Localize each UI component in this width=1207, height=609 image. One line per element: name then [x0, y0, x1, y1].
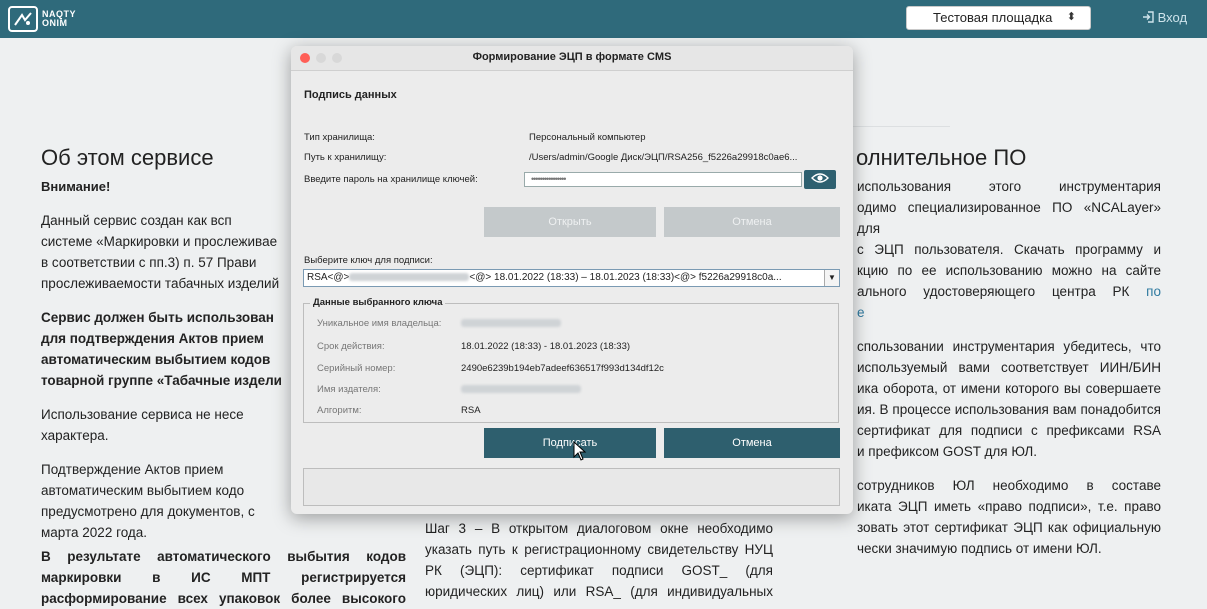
text-line: сотрудников ЮЛ необходимо в составе: [857, 478, 1161, 493]
selected-key-data-panel: Данные выбранного ключа Уникальное имя в…: [303, 297, 839, 423]
text-line: е: [857, 302, 1161, 323]
storage-path-value: /Users/admin/Google Диск/ЭЦП/RSA256_f522…: [529, 152, 798, 163]
dialog-titlebar[interactable]: Формирование ЭЦП в формате CMS: [291, 46, 853, 71]
text-line: автоматическим выбытием кодов: [41, 352, 271, 367]
status-panel: [303, 468, 840, 506]
middle-column-text: Шаг 3 – В открытом диалоговом окне необх…: [425, 518, 773, 602]
section-title: Подпись данных: [304, 89, 397, 101]
password-label: Введите пароль на хранилище ключей:: [304, 174, 478, 185]
text-line: юридических лиц) или RSA_ (для индивидуа…: [425, 584, 773, 599]
password-input[interactable]: ••••••••••••••••: [524, 172, 802, 187]
text-line: В результате автоматического выбытия код…: [41, 549, 406, 564]
logo-line-2: ONIM: [42, 18, 68, 28]
chevron-down-icon: ▼: [824, 270, 839, 286]
text-line: одимо специализированное ПО «NCALayer» д…: [857, 200, 1161, 236]
text-line: с ЭЦП пользователя. Скачать программу и: [857, 242, 1161, 257]
serial-value: 2490e6239b194eb7adeef636517f993d134df12c: [461, 363, 664, 374]
text-line: использования этого инструментария: [857, 179, 1161, 194]
text-line: спользовании инструментария убедитесь, ч…: [857, 339, 1161, 354]
selected-key-legend: Данные выбранного ключа: [310, 297, 446, 308]
text-span: ального удостоверяющего центра РК: [857, 284, 1130, 299]
text-line: иката ЭЦП иметь «право подписи», т.е. пр…: [857, 499, 1161, 514]
redacted-issuer: [461, 385, 581, 394]
serial-label: Серийный номер:: [317, 363, 396, 374]
algorithm-value: RSA: [461, 405, 481, 416]
logo-text: NAQTY ONIM: [42, 10, 76, 28]
cancel-button[interactable]: Отмена: [664, 428, 840, 458]
text-line: предусмотрено для документов, с: [41, 504, 255, 519]
show-password-button[interactable]: [804, 170, 836, 189]
open-button[interactable]: Открыть: [484, 207, 656, 237]
text-line: Использование сервиса не несе: [41, 407, 244, 422]
key-select-label: Выберите ключ для подписи:: [304, 255, 433, 266]
text-line: марта 2022 года.: [41, 525, 148, 540]
text-line: зовать этот сертификат ЭЦП как официальн…: [857, 520, 1161, 535]
issuer-value: [461, 384, 581, 395]
environment-select-value: Тестовая площадка: [933, 10, 1053, 25]
sign-button[interactable]: Подписать: [484, 428, 656, 458]
top-bar: NAQTY ONIM Тестовая площадка ⬍ Вход: [0, 0, 1207, 38]
text-line: системе «Маркировки и прослеживае: [41, 234, 278, 249]
uc-link[interactable]: по: [1146, 284, 1161, 299]
text-line: ика оборота, от имени которого вы соверш…: [857, 381, 1161, 396]
text-line: Подтверждение Актов прием: [41, 462, 224, 477]
text-line: и префиксом GOST для ЮЛ.: [857, 444, 1037, 459]
right-section-heading: олнительное ПО: [856, 145, 1027, 170]
warning-label: Внимание!: [41, 179, 111, 194]
storage-path-label: Путь к хранилищу:: [304, 152, 387, 163]
text-line: для подтверждения Актов прием: [41, 331, 264, 346]
login-label: Вход: [1157, 10, 1188, 25]
redacted-owner: [461, 319, 561, 328]
validity-label: Срок действия:: [317, 341, 385, 352]
storage-type-label: Тип хранилища:: [304, 132, 375, 143]
text-line: ия. В процессе использования вам понадоб…: [857, 402, 1161, 417]
text-line: ального удостоверяющего центра РК по: [857, 281, 1161, 302]
text-line: используемый вами соответствует ИИН/БИН: [857, 360, 1161, 375]
left-column-bold-text: В результате автоматического выбытия код…: [41, 546, 406, 609]
text-line: расформирование всех упаковок более высо…: [41, 591, 406, 606]
owner-value: [461, 318, 561, 329]
left-section-heading: Об этом сервисе: [41, 145, 214, 170]
cancel-top-button[interactable]: Отмена: [664, 207, 840, 237]
key-suffix: <@> 18.01.2022 (18:33) – 18.01.2023 (18:…: [469, 272, 782, 283]
uc-link-continued[interactable]: е: [857, 305, 865, 320]
text-line: кцию по ее использованию можно на сайте: [857, 263, 1161, 278]
text-line: характера.: [41, 428, 109, 443]
mouse-cursor-icon: [573, 440, 587, 466]
chevron-updown-icon: ⬍: [1066, 11, 1076, 23]
storage-type-value: Персональный компьютер: [529, 132, 646, 143]
text-line: сертификат для подписи с префиксами RSA: [857, 423, 1161, 438]
text-line: в соответствии с пп.3) п. 57 Прави: [41, 255, 257, 270]
text-line: маркировки в ИС МПТ регистрируется: [41, 570, 406, 585]
key-select[interactable]: RSA<@> <@> 18.01.2022 (18:33) – 18.01.202…: [303, 269, 840, 287]
text-line: прослеживаемости табачных изделий: [41, 276, 280, 291]
owner-label: Уникальное имя владельца:: [317, 318, 442, 329]
login-link[interactable]: Вход: [1142, 10, 1187, 25]
right-column-text: использования этого инструментария одимо…: [857, 176, 1161, 559]
redacted-key-owner: [349, 273, 470, 282]
dialog-title: Формирование ЭЦП в формате CMS: [472, 51, 672, 63]
logo-icon: [8, 6, 38, 32]
text-line: Данный сервис создан как всп: [41, 213, 232, 228]
eye-icon: [811, 171, 829, 189]
cms-signature-dialog: Формирование ЭЦП в формате CMS Подпись д…: [291, 46, 853, 514]
text-line: товарной группе «Табачные издели: [41, 373, 282, 388]
login-icon: [1142, 10, 1158, 25]
validity-value: 18.01.2022 (18:33) - 18.01.2023 (18:33): [461, 341, 631, 352]
text-line: автоматическим выбытием кодо: [41, 483, 245, 498]
text-line: указать путь к регистрационному свидетел…: [425, 542, 773, 557]
issuer-label: Имя издателя:: [317, 384, 381, 395]
text-line: чески значимую подпись от имени ЮЛ.: [857, 541, 1102, 556]
left-column-text: Внимание! Данный сервис создан как всп с…: [41, 176, 291, 543]
key-prefix: RSA<@>: [307, 272, 350, 283]
text-line: Сервис должен быть использован: [41, 310, 274, 325]
text-line: Шаг 3 – В открытом диалоговом окне необх…: [425, 521, 773, 536]
algorithm-label: Алгоритм:: [317, 405, 362, 416]
text-line: РК (ЭЦП): сертификат подписи GOST_ (для: [425, 563, 773, 578]
environment-select[interactable]: Тестовая площадка ⬍: [906, 6, 1091, 30]
site-logo[interactable]: NAQTY ONIM: [8, 4, 76, 34]
